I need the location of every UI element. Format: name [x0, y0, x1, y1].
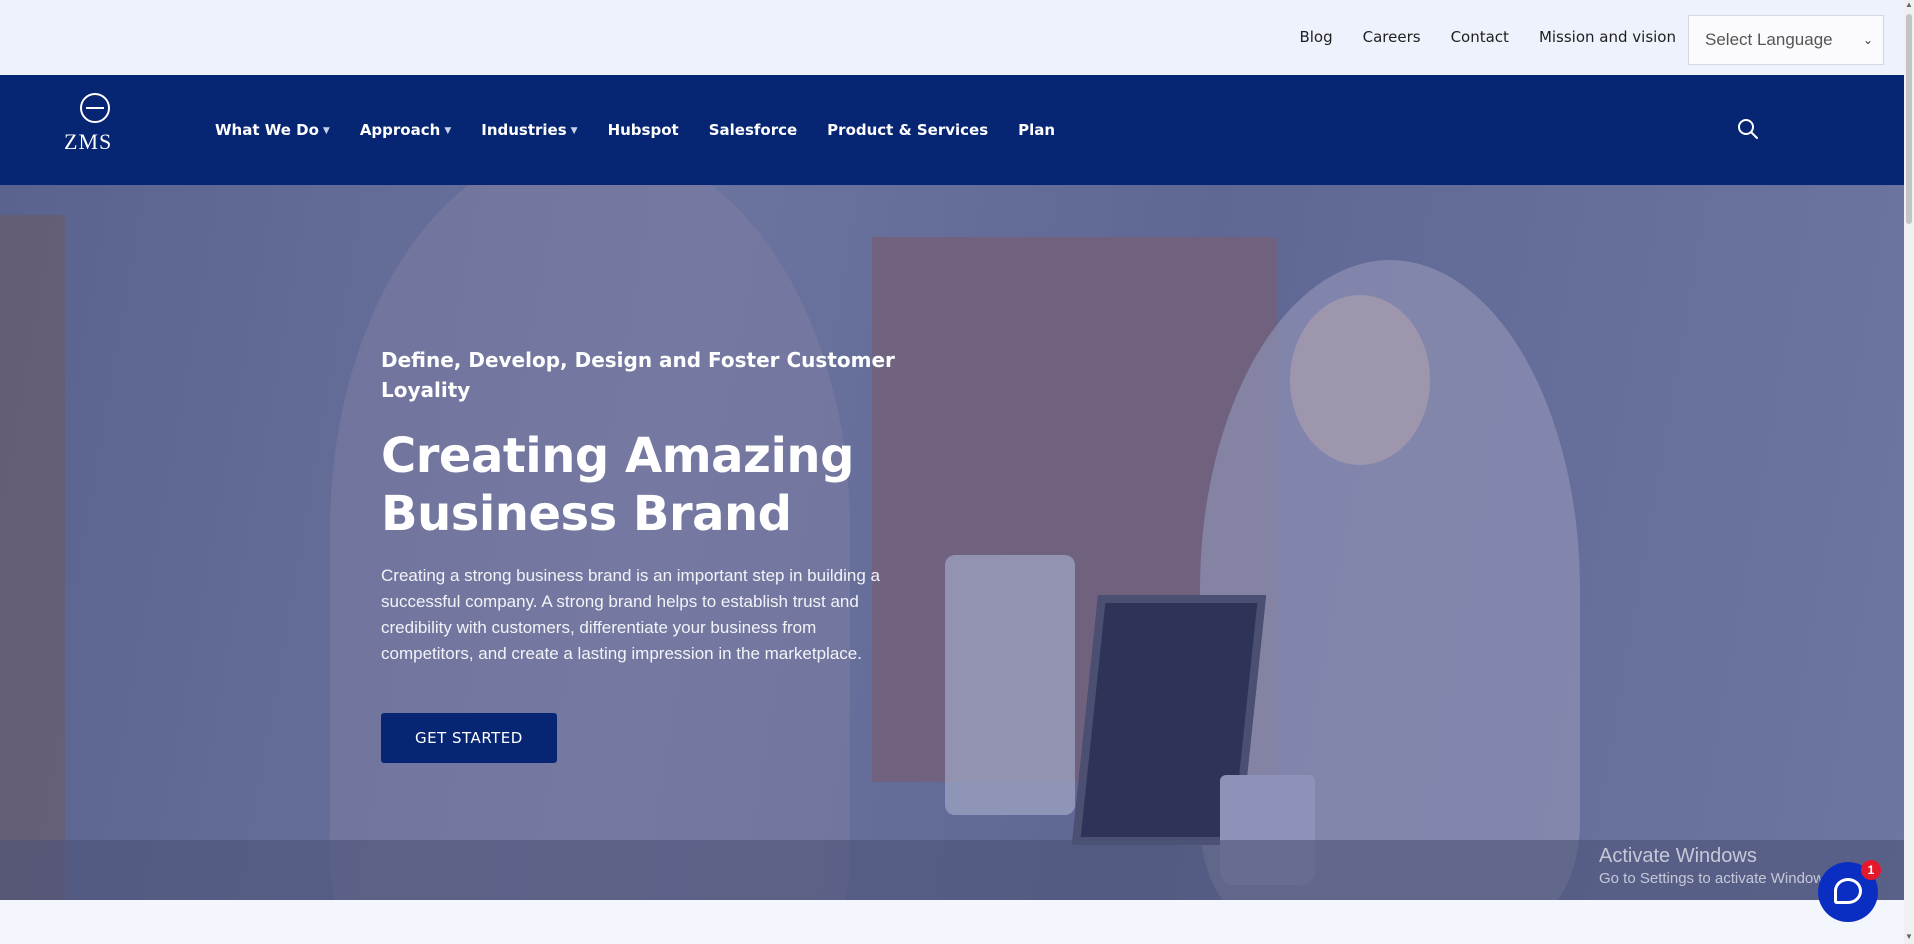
page-scrollbar[interactable]: ▲ ▼	[1904, 0, 1914, 944]
hero-background-laptop	[945, 555, 1075, 815]
chat-icon	[1834, 878, 1862, 904]
blog-link[interactable]: Blog	[1299, 28, 1332, 46]
nav-item-hubspot[interactable]: Hubspot	[608, 121, 679, 139]
nav-item-plan[interactable]: Plan	[1018, 121, 1055, 139]
language-select-value: Select Language	[1705, 30, 1833, 49]
nav-item-label: Salesforce	[708, 121, 798, 139]
hero-kicker: Define, Develop, Design and Foster Custo…	[381, 348, 895, 402]
nav-item-salesforce[interactable]: Salesforce	[709, 121, 797, 139]
scroll-down-icon[interactable]: ▼	[1905, 932, 1913, 941]
caret-down-icon: ▼	[570, 126, 578, 136]
hero-background-face	[1290, 295, 1430, 465]
top-utility-bar: Blog Careers Contact Mission and vision …	[0, 0, 1904, 75]
nav-item-approach[interactable]: Approach ▼	[360, 121, 451, 139]
watermark-title: Activate Windows	[1599, 845, 1757, 867]
chevron-down-icon: ⌄	[1862, 33, 1873, 47]
scroll-up-icon[interactable]: ▲	[1905, 0, 1913, 9]
utility-links: Blog Careers Contact Mission and vision	[1299, 28, 1676, 46]
hero-section: Define, Develop, Design and Foster Custo…	[0, 185, 1904, 900]
next-section	[0, 900, 1904, 944]
hero-background-shape	[0, 215, 65, 900]
nav-item-label: Plan	[1018, 121, 1056, 139]
contact-link[interactable]: Contact	[1451, 28, 1509, 46]
get-started-button[interactable]: GET STARTED	[381, 713, 557, 763]
hero-headline: Creating Amazing Business Brand	[381, 428, 854, 542]
chat-widget-button[interactable]: 1	[1818, 860, 1881, 922]
notification-badge: 1	[1861, 860, 1881, 880]
main-navigation: ZMS What We Do ▼ Approach ▼ Industries ▼…	[0, 75, 1904, 185]
scrollbar-thumb[interactable]	[1906, 14, 1912, 224]
nav-item-label: Industries	[481, 121, 567, 139]
nav-item-label: What We Do	[215, 121, 319, 139]
globe-icon	[80, 93, 110, 123]
logo[interactable]: ZMS	[62, 91, 128, 157]
nav-item-label: Hubspot	[607, 121, 679, 139]
hero-description: Creating a strong business brand is an i…	[381, 566, 880, 663]
nav-menu: What We Do ▼ Approach ▼ Industries ▼ Hub…	[215, 75, 1055, 185]
mission-vision-link[interactable]: Mission and vision	[1539, 28, 1676, 46]
nav-item-label: Product & Services	[827, 121, 989, 139]
watermark-subtitle: Go to Settings to activate Windows.	[1599, 870, 1836, 887]
caret-down-icon: ▼	[444, 126, 452, 136]
careers-link[interactable]: Careers	[1363, 28, 1421, 46]
nav-item-label: Approach	[359, 121, 441, 139]
logo-text: ZMS	[64, 129, 113, 154]
search-icon[interactable]	[1736, 117, 1760, 141]
language-select[interactable]: Select Language ⌄	[1688, 15, 1884, 65]
nav-item-industries[interactable]: Industries ▼	[481, 121, 577, 139]
nav-item-product-services[interactable]: Product & Services	[827, 121, 988, 139]
hero-content: Define, Develop, Design and Foster Custo…	[381, 345, 901, 763]
caret-down-icon: ▼	[322, 126, 330, 136]
windows-activation-watermark: Activate Windows Go to Settings to activ…	[1599, 845, 1836, 887]
nav-item-what-we-do[interactable]: What We Do ▼	[215, 121, 330, 139]
